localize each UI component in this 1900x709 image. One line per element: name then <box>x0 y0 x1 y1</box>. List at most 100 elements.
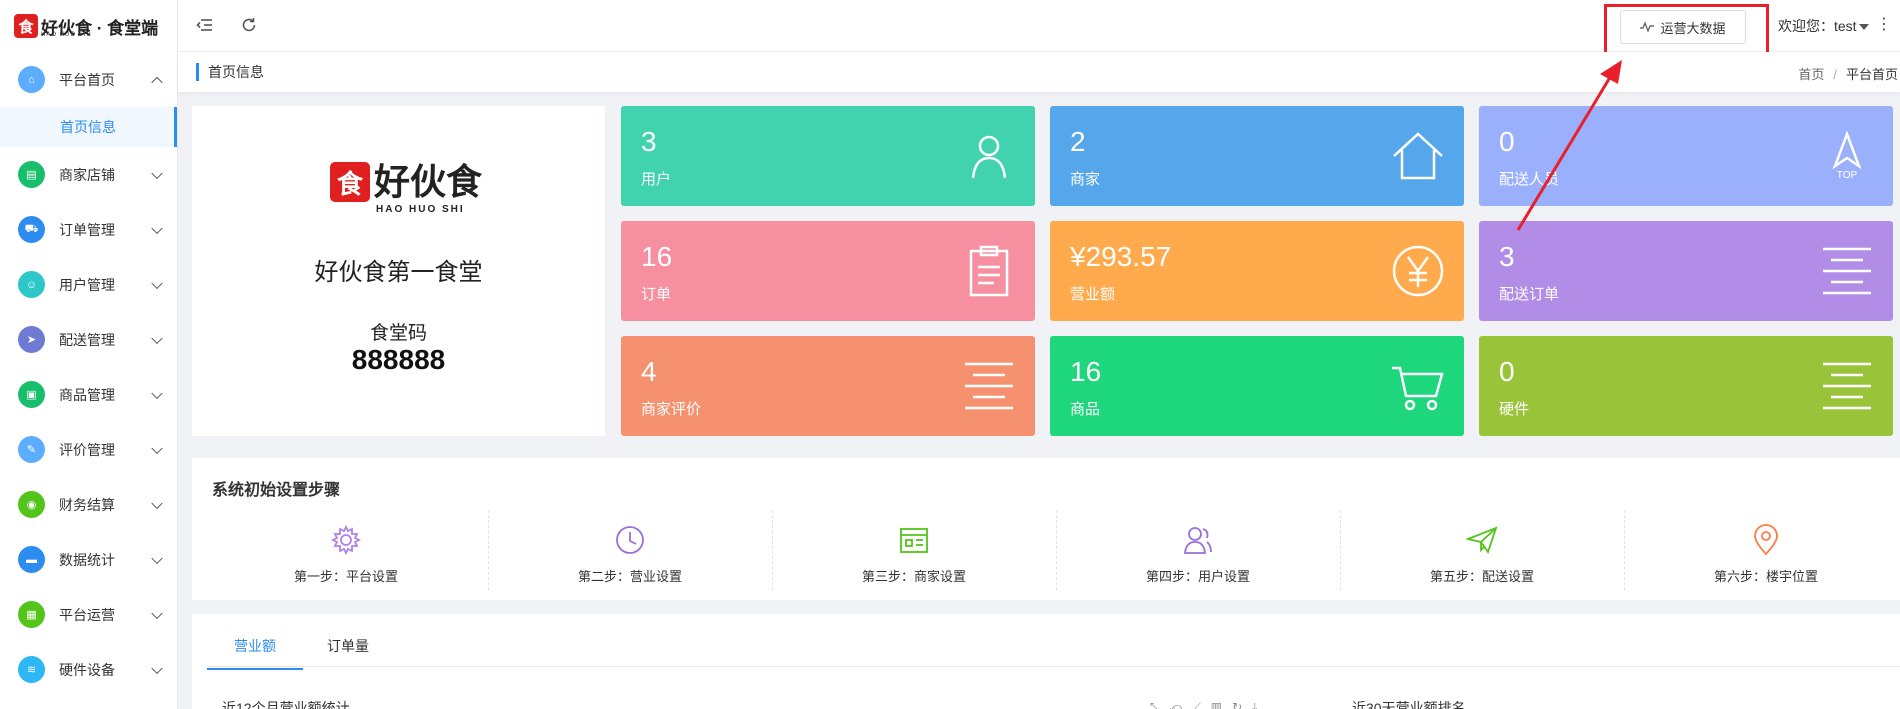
monthly-chart-title: 近12个月营业额统计 <box>222 700 350 709</box>
store-logo: 食 好伙食 <box>330 162 482 202</box>
user-menu[interactable]: 欢迎您：test <box>1778 16 1869 36</box>
chart-toolbox[interactable]: ⤡⤺⟋▥↻⤓ <box>1150 700 1267 709</box>
tile-value: 4 <box>641 356 657 387</box>
menu-icon: ▣ <box>18 381 45 408</box>
restore-icon[interactable]: ↻ <box>1232 700 1252 709</box>
sidebar-item[interactable]: ◉ 财务结算 <box>0 477 177 532</box>
tab-order-count[interactable]: 订单量 <box>300 636 396 668</box>
setup-step[interactable]: 第六步：楼宇位置 <box>1624 524 1900 594</box>
download-icon[interactable]: ⤓ <box>1252 700 1267 709</box>
setup-step[interactable]: 第二步：营业设置 <box>488 524 772 594</box>
chevron-down-icon <box>151 607 163 619</box>
sidebar-item[interactable]: ▣ 商品管理 <box>0 367 177 422</box>
tile-label: 配送人员 <box>1499 171 1560 188</box>
line-chart-icon[interactable]: ⟋ <box>1192 700 1210 709</box>
stat-tile[interactable]: 16 订单 <box>621 221 1035 321</box>
tile-value: 3 <box>641 126 657 157</box>
tab-revenue[interactable]: 营业额 <box>207 636 303 670</box>
setup-step-label: 第六步：楼宇位置 <box>1713 569 1818 584</box>
lines-icon <box>1819 358 1875 414</box>
chevron-down-icon <box>151 332 163 344</box>
chevron-down-icon <box>151 222 163 234</box>
store-logo-mark: 食 <box>330 162 370 202</box>
stat-tile[interactable]: 4 商家评价 <box>621 336 1035 436</box>
sidebar-item-label: 硬件设备 <box>59 661 115 678</box>
setup-step-label: 第五步：配送设置 <box>1429 569 1534 584</box>
stat-tile[interactable]: 3 用户 <box>621 106 1035 206</box>
setup-step-label: 第四步：用户设置 <box>1145 569 1250 584</box>
setup-step[interactable]: 第五步：配送设置 <box>1340 524 1624 594</box>
sidebar-item-label: 平台运营 <box>59 606 115 623</box>
sidebar-item-label: 财务结算 <box>59 496 115 513</box>
breadcrumb-home[interactable]: 首页 <box>1798 67 1824 82</box>
tile-label: 配送订单 <box>1499 286 1560 303</box>
logo-sub: HAO HUO SHI <box>41 32 92 38</box>
stat-tile[interactable]: 3 配送订单 <box>1479 221 1893 321</box>
app-logo[interactable]: 食 好伙食 · 食堂端 HAO HUO SHI <box>0 0 177 52</box>
sidebar-item[interactable]: ▬ 数据统计 <box>0 532 177 587</box>
setup-step[interactable]: 第四步：用户设置 <box>1056 524 1340 594</box>
sidebar-item[interactable]: ⛟ 订单管理 <box>0 202 177 257</box>
menu-icon: ⛟ <box>18 216 45 243</box>
sidebar-item-label: 订单管理 <box>59 221 115 238</box>
sidebar-item[interactable]: ✎ 评价管理 <box>0 422 177 477</box>
tile-value: ¥293.57 <box>1070 241 1172 272</box>
stat-tile[interactable]: 0 硬件 <box>1479 336 1893 436</box>
chevron-down-icon <box>151 387 163 399</box>
tile-value: 0 <box>1499 356 1515 387</box>
sidebar-item[interactable]: ☺ 用户管理 <box>0 257 177 312</box>
lines-icon <box>961 358 1017 414</box>
chevron-down-icon <box>151 442 163 454</box>
chevron-down-icon <box>151 662 163 674</box>
sidebar-item[interactable]: ➤ 配送管理 <box>0 312 177 367</box>
stat-tile[interactable]: 2 商家 <box>1050 106 1464 206</box>
sidebar-item[interactable]: ⌂ 平台首页 <box>0 52 177 107</box>
store-logo-sub: HAO HUO SHI <box>376 204 465 215</box>
stat-tile[interactable]: 0 配送人员 TOP <box>1479 106 1893 206</box>
highlight-annotation-box <box>1604 4 1769 56</box>
tile-label: 硬件 <box>1499 401 1530 418</box>
stat-tile[interactable]: ¥293.57 营业额 <box>1050 221 1464 321</box>
more-vertical-icon[interactable]: ⋮ <box>1876 14 1892 34</box>
refresh-icon[interactable] <box>240 16 258 39</box>
store-icon <box>898 524 930 556</box>
menu-icon: ▬ <box>18 546 45 573</box>
chevron-up-icon <box>151 76 163 88</box>
menu-icon: ▤ <box>18 161 45 188</box>
store-code-label: 食堂码 <box>369 323 427 344</box>
store-name: 好伙食第一食堂 <box>314 259 483 286</box>
sidebar-item[interactable]: ≋ 硬件设备 <box>0 642 177 697</box>
setup-step-label: 第三步：商家设置 <box>861 569 966 584</box>
sidebar-item-label: 配送管理 <box>59 331 115 348</box>
sidebar-subitem[interactable]: 首页信息 <box>0 107 177 147</box>
store-logo-text: 好伙食 <box>374 161 483 202</box>
lines-icon <box>1819 243 1875 299</box>
chevron-down-icon <box>151 277 163 289</box>
setup-step[interactable]: 第三步：商家设置 <box>772 524 1056 594</box>
setup-step-label: 第二步：营业设置 <box>577 569 682 584</box>
breadcrumb-current: 平台首页 <box>1845 67 1898 82</box>
zoom-reset-icon[interactable]: ⤺ <box>1170 700 1193 709</box>
menu-icon: ✎ <box>18 436 45 463</box>
menu-collapse-icon[interactable] <box>196 16 214 39</box>
chevron-down-icon <box>151 552 163 564</box>
ranking-chart-title: 近30天营业额排名 <box>1352 700 1466 709</box>
menu-icon: ▦ <box>18 601 45 628</box>
setup-step[interactable]: 第一步：平台设置 <box>204 524 488 594</box>
step-divider <box>1056 510 1057 590</box>
sidebar-item[interactable]: ▦ 平台运营 <box>0 587 177 642</box>
tabs-divider <box>207 666 1900 667</box>
tile-label: 营业额 <box>1070 286 1116 303</box>
cart-icon <box>1390 358 1446 414</box>
location-icon <box>1750 524 1782 556</box>
tile-label: 用户 <box>641 171 672 188</box>
caret-down-icon <box>1858 24 1869 31</box>
sidebar-item[interactable]: ▤ 商家店铺 <box>0 147 177 202</box>
bar-chart-icon[interactable]: ▥ <box>1211 700 1232 709</box>
logo-mark: 食 <box>14 14 38 38</box>
menu-icon: ☺ <box>18 271 45 298</box>
svg-text:TOP: TOP <box>1837 170 1858 181</box>
zoom-icon[interactable]: ⤡ <box>1150 700 1170 709</box>
welcome-text: 欢迎您：test <box>1778 18 1857 34</box>
stat-tile[interactable]: 16 商品 <box>1050 336 1464 436</box>
